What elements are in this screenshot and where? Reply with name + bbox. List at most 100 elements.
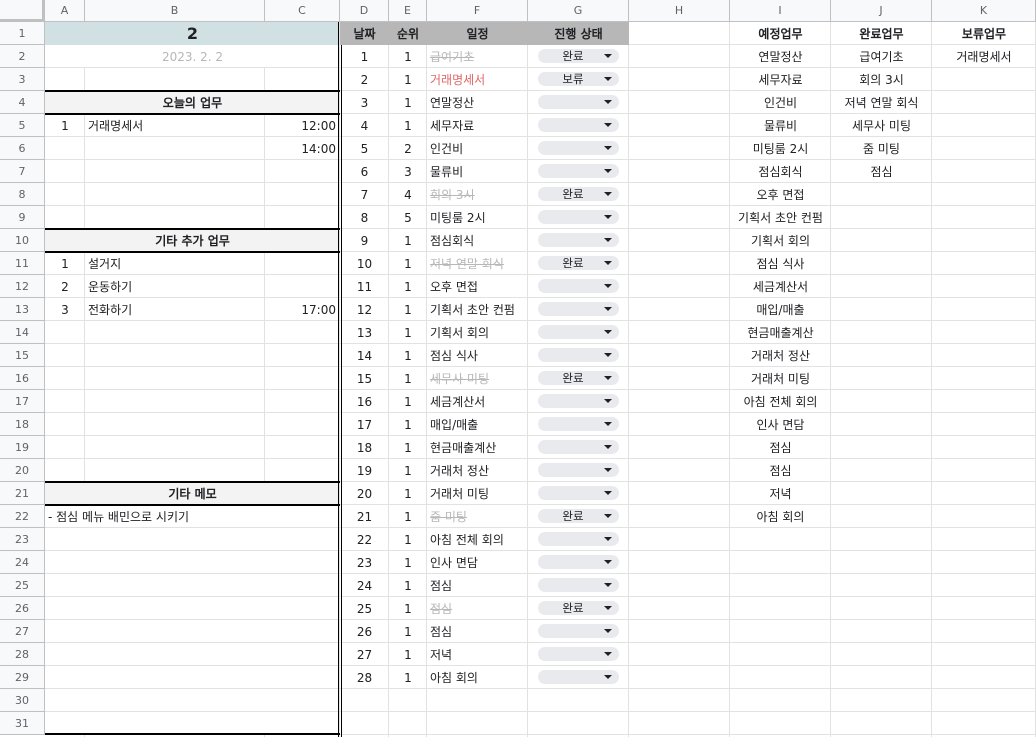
schedule-rank[interactable]: 1 xyxy=(389,275,427,298)
schedule-date[interactable]: 12 xyxy=(340,298,389,321)
planned-task[interactable]: 매입/매출 xyxy=(730,298,831,321)
column-header-e[interactable]: E xyxy=(389,0,427,22)
column-header-i[interactable]: I xyxy=(730,0,831,22)
held-task[interactable]: 거래명세서 xyxy=(932,45,1036,68)
schedule-item[interactable]: 점심 식사 xyxy=(427,344,528,367)
memo-text[interactable]: - 점심 메뉴 배민으로 시키기 xyxy=(45,505,340,528)
summary-header-done[interactable]: 완료업무 xyxy=(831,22,932,45)
schedule-item[interactable]: 급여기초 xyxy=(427,45,528,68)
day-number[interactable]: 2 xyxy=(45,22,340,45)
schedule-date[interactable]: 27 xyxy=(340,643,389,666)
status-dropdown[interactable]: 완료 xyxy=(538,371,619,385)
date-label[interactable]: 2023. 2. 2 xyxy=(45,45,340,68)
column-header-k[interactable]: K xyxy=(932,0,1036,22)
schedule-rank[interactable]: 1 xyxy=(389,344,427,367)
row-header-19[interactable]: 19 xyxy=(0,436,45,459)
status-dropdown[interactable] xyxy=(538,233,619,247)
schedule-item[interactable]: 줌 미팅 xyxy=(427,505,528,528)
status-dropdown[interactable]: 완료 xyxy=(538,256,619,270)
schedule-rank[interactable]: 1 xyxy=(389,413,427,436)
planned-task[interactable]: 점심회식 xyxy=(730,160,831,183)
schedule-rank[interactable]: 3 xyxy=(389,160,427,183)
status-dropdown[interactable] xyxy=(538,647,619,661)
row-header-1[interactable]: 1 xyxy=(0,22,45,45)
planned-task[interactable]: 점심 xyxy=(730,436,831,459)
schedule-item[interactable]: 점심 xyxy=(427,620,528,643)
column-header-a[interactable]: A xyxy=(45,0,85,22)
status-dropdown[interactable] xyxy=(538,164,619,178)
status-dropdown[interactable] xyxy=(538,578,619,592)
schedule-item[interactable]: 미팅룸 2시 xyxy=(427,206,528,229)
planned-task[interactable]: 아침 전체 회의 xyxy=(730,390,831,413)
schedule-item[interactable]: 점심 xyxy=(427,574,528,597)
schedule-item[interactable]: 오후 면접 xyxy=(427,275,528,298)
schedule-rank[interactable]: 1 xyxy=(389,91,427,114)
schedule-item[interactable]: 인건비 xyxy=(427,137,528,160)
schedule-rank[interactable]: 2 xyxy=(389,137,427,160)
done-task[interactable]: 회의 3시 xyxy=(831,68,932,91)
schedule-item[interactable]: 점심 xyxy=(427,597,528,620)
schedule-rank[interactable]: 1 xyxy=(389,367,427,390)
schedule-rank[interactable]: 1 xyxy=(389,459,427,482)
status-dropdown[interactable] xyxy=(538,95,619,109)
extra-task-name[interactable]: 운동하기 xyxy=(85,275,265,298)
column-header-f[interactable]: F xyxy=(427,0,528,22)
schedule-date[interactable]: 9 xyxy=(340,229,389,252)
row-header-18[interactable]: 18 xyxy=(0,413,45,436)
planned-task[interactable]: 물류비 xyxy=(730,114,831,137)
schedule-date[interactable]: 1 xyxy=(340,45,389,68)
row-header-3[interactable]: 3 xyxy=(0,68,45,91)
status-dropdown[interactable] xyxy=(538,118,619,132)
column-header-c[interactable]: C xyxy=(265,0,340,22)
row-header-14[interactable]: 14 xyxy=(0,321,45,344)
memo-header[interactable]: 기타 메모 xyxy=(45,482,340,505)
schedule-item[interactable]: 기획서 초안 컨펌 xyxy=(427,298,528,321)
schedule-rank[interactable]: 1 xyxy=(389,666,427,689)
planned-task[interactable]: 현금매출계산 xyxy=(730,321,831,344)
status-dropdown[interactable] xyxy=(538,417,619,431)
schedule-date[interactable]: 10 xyxy=(340,252,389,275)
row-header-8[interactable]: 8 xyxy=(0,183,45,206)
task-time[interactable]: 12:00 xyxy=(265,114,340,137)
schedule-date[interactable]: 25 xyxy=(340,597,389,620)
row-header-25[interactable]: 25 xyxy=(0,574,45,597)
row-header-30[interactable]: 30 xyxy=(0,689,45,712)
done-task[interactable]: 급여기초 xyxy=(831,45,932,68)
schedule-date[interactable]: 14 xyxy=(340,344,389,367)
schedule-rank[interactable]: 1 xyxy=(389,298,427,321)
status-dropdown[interactable]: 완료 xyxy=(538,509,619,523)
task-number[interactable] xyxy=(45,137,85,160)
schedule-rank[interactable]: 1 xyxy=(389,597,427,620)
schedule-date[interactable]: 22 xyxy=(340,528,389,551)
schedule-item[interactable]: 세무사 미팅 xyxy=(427,367,528,390)
column-header-g[interactable]: G xyxy=(528,0,629,22)
planned-task[interactable]: 오후 면접 xyxy=(730,183,831,206)
schedule-date[interactable]: 24 xyxy=(340,574,389,597)
extra-task-time[interactable] xyxy=(265,252,340,275)
schedule-item[interactable]: 세무자료 xyxy=(427,114,528,137)
schedule-rank[interactable]: 1 xyxy=(389,68,427,91)
select-all-corner[interactable] xyxy=(0,0,45,22)
row-header-15[interactable]: 15 xyxy=(0,344,45,367)
schedule-item[interactable]: 매입/매출 xyxy=(427,413,528,436)
extra-task-time[interactable]: 17:00 xyxy=(265,298,340,321)
schedule-date[interactable]: 8 xyxy=(340,206,389,229)
row-header-2[interactable]: 2 xyxy=(0,45,45,68)
status-dropdown[interactable] xyxy=(538,325,619,339)
extra-task-number[interactable]: 2 xyxy=(45,275,85,298)
row-header-12[interactable]: 12 xyxy=(0,275,45,298)
schedule-rank[interactable]: 1 xyxy=(389,436,427,459)
planned-task[interactable]: 아침 회의 xyxy=(730,505,831,528)
schedule-rank[interactable]: 1 xyxy=(389,229,427,252)
task-name[interactable] xyxy=(85,137,265,160)
schedule-rank[interactable]: 1 xyxy=(389,574,427,597)
status-dropdown[interactable]: 완료 xyxy=(538,187,619,201)
row-header-24[interactable]: 24 xyxy=(0,551,45,574)
row-header-5[interactable]: 5 xyxy=(0,114,45,137)
schedule-date[interactable]: 3 xyxy=(340,91,389,114)
row-header-4[interactable]: 4 xyxy=(0,91,45,114)
planned-task[interactable]: 거래처 정산 xyxy=(730,344,831,367)
status-dropdown[interactable] xyxy=(538,532,619,546)
planned-task[interactable]: 기획서 회의 xyxy=(730,229,831,252)
schedule-item[interactable]: 물류비 xyxy=(427,160,528,183)
